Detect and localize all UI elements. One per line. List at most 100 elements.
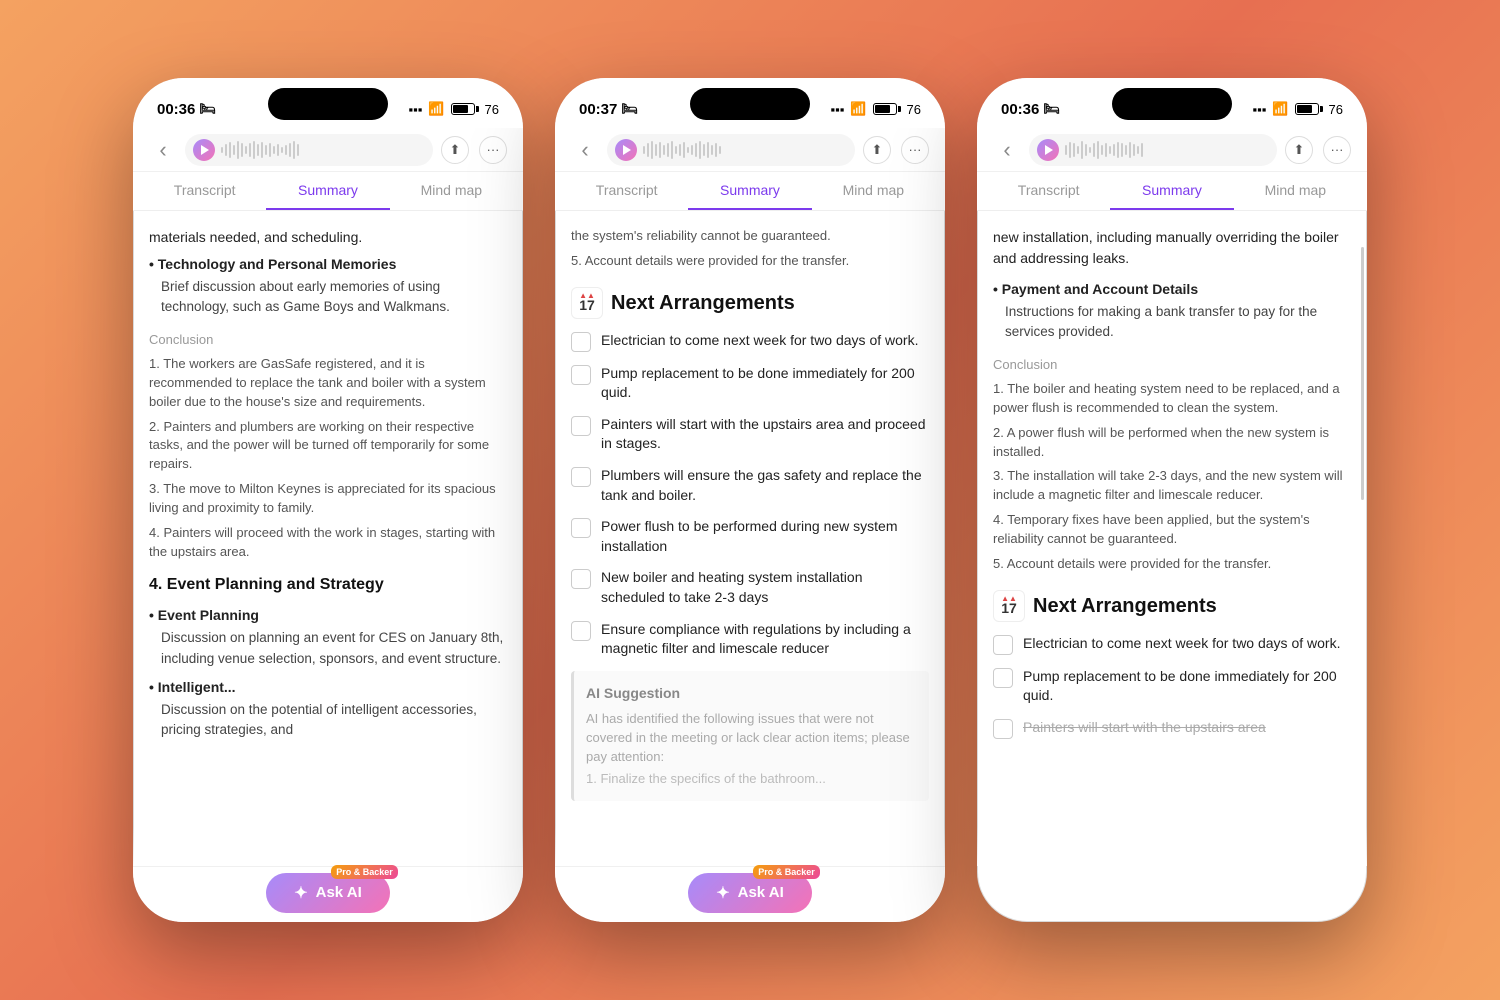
back-button-middle[interactable]: ‹ bbox=[571, 137, 599, 163]
battery-left bbox=[451, 103, 479, 115]
bullet-desc-event: Discussion on planning an event for CES … bbox=[149, 628, 507, 669]
tab-summary-right[interactable]: Summary bbox=[1110, 172, 1233, 210]
check-item-5-middle: Power flush to be performed during new s… bbox=[571, 517, 929, 556]
checkbox-2-middle[interactable] bbox=[571, 365, 591, 385]
tab-mindmap-middle[interactable]: Mind map bbox=[812, 172, 935, 210]
tab-mindmap-right[interactable]: Mind map bbox=[1234, 172, 1357, 210]
audio-bar-right: ‹ ⬆ ··· bbox=[977, 128, 1367, 172]
check-item-2-right: Pump replacement to be done immediately … bbox=[993, 667, 1351, 706]
checkbox-4-middle[interactable] bbox=[571, 467, 591, 487]
checkbox-3-right[interactable] bbox=[993, 719, 1013, 739]
back-button-left[interactable]: ‹ bbox=[149, 137, 177, 163]
tab-summary-left[interactable]: Summary bbox=[266, 172, 389, 210]
audio-player-right[interactable] bbox=[1029, 134, 1277, 166]
share-button-middle[interactable]: ⬆ bbox=[863, 136, 891, 164]
phone-right: 00:36 🛏 ▪▪▪ 📶 76 ‹ ⬆ ··· bbox=[977, 78, 1367, 922]
play-button-left[interactable] bbox=[193, 139, 215, 161]
tab-transcript-right[interactable]: Transcript bbox=[987, 172, 1110, 210]
tab-transcript-middle[interactable]: Transcript bbox=[565, 172, 688, 210]
wifi-icon-left: 📶 bbox=[428, 101, 444, 117]
conclusion-item-4-left: 4. Painters will proceed with the work i… bbox=[149, 524, 507, 562]
checkbox-2-right[interactable] bbox=[993, 668, 1013, 688]
bullet-title-event: Event Planning bbox=[158, 607, 259, 623]
check-item-3-right: Painters will start with the upstairs ar… bbox=[993, 718, 1351, 739]
checkbox-5-middle[interactable] bbox=[571, 518, 591, 538]
sparkle-icon-middle: ✦ bbox=[716, 883, 729, 903]
bed-icon-middle: 🛏 bbox=[621, 101, 638, 117]
audio-player-left[interactable] bbox=[185, 134, 433, 166]
signal-icon-middle: ▪▪▪ bbox=[831, 102, 845, 117]
intro-text-left: materials needed, and scheduling. bbox=[149, 227, 507, 248]
play-button-middle[interactable] bbox=[615, 139, 637, 161]
bed-icon-right: 🛏 bbox=[1043, 101, 1060, 117]
ai-suggestion-text-middle: AI has identified the following issues t… bbox=[586, 710, 917, 767]
wifi-icon-right: 📶 bbox=[1272, 101, 1288, 117]
wifi-icon-middle: 📶 bbox=[850, 101, 866, 117]
na-title-middle: Next Arrangements bbox=[611, 288, 795, 318]
conclusion-item-2-left: 2. Painters and plumbers are working on … bbox=[149, 418, 507, 475]
content-text-left: materials needed, and scheduling. Techno… bbox=[149, 227, 507, 740]
more-button-right[interactable]: ··· bbox=[1323, 136, 1351, 164]
bullet-title-tech: Technology and Personal Memories bbox=[158, 256, 397, 272]
battery-middle bbox=[873, 103, 901, 115]
tab-summary-middle[interactable]: Summary bbox=[688, 172, 811, 210]
sparkle-icon-left: ✦ bbox=[294, 883, 307, 903]
audio-actions-middle: ⬆ ··· bbox=[863, 136, 929, 164]
time-right: 00:36 🛏 bbox=[1001, 101, 1060, 118]
share-button-left[interactable]: ⬆ bbox=[441, 136, 469, 164]
play-icon-middle bbox=[623, 145, 631, 155]
checkbox-1-right[interactable] bbox=[993, 635, 1013, 655]
checkbox-7-middle[interactable] bbox=[571, 621, 591, 641]
audio-player-middle[interactable] bbox=[607, 134, 855, 166]
intro-reliability: the system's reliability cannot be guara… bbox=[571, 227, 929, 246]
ask-ai-label-middle: Ask AI bbox=[738, 884, 784, 901]
conclusion-label-right: Conclusion bbox=[993, 355, 1351, 375]
intro-text-right: new installation, including manually ove… bbox=[993, 227, 1351, 269]
back-button-right[interactable]: ‹ bbox=[993, 137, 1021, 163]
waveform-middle bbox=[643, 140, 847, 160]
bottom-bar-middle: ✦ Ask AI Pro & Backer bbox=[555, 866, 945, 922]
conclusion-section-right: Conclusion 1. The boiler and heating sys… bbox=[993, 355, 1351, 574]
next-arrangements-header-right: ▲▲ 17 Next Arrangements bbox=[993, 590, 1351, 622]
bullet-event-planning: Event Planning Discussion on planning an… bbox=[149, 605, 507, 669]
conclusion-label-left: Conclusion bbox=[149, 330, 507, 350]
check-item-3-middle: Painters will start with the upstairs ar… bbox=[571, 415, 929, 454]
tab-mindmap-left[interactable]: Mind map bbox=[390, 172, 513, 210]
status-icons-left: ▪▪▪ 📶 76 bbox=[409, 101, 499, 117]
section-heading-event-left: 4. Event Planning and Strategy bbox=[149, 573, 507, 597]
status-bar-left: 00:36 🛏 ▪▪▪ 📶 76 bbox=[133, 78, 523, 128]
ai-suggestion-subitem-middle: 1. Finalize the specifics of the bathroo… bbox=[586, 770, 917, 789]
dynamic-island-middle bbox=[690, 88, 810, 120]
waveform-left bbox=[221, 140, 425, 160]
ask-ai-label-left: Ask AI bbox=[316, 884, 362, 901]
calendar-icon-middle: ▲▲ 17 bbox=[571, 287, 603, 319]
more-button-left[interactable]: ··· bbox=[479, 136, 507, 164]
ask-ai-button-left[interactable]: ✦ Ask AI Pro & Backer bbox=[266, 873, 390, 913]
content-middle: the system's reliability cannot be guara… bbox=[555, 211, 945, 860]
play-button-right[interactable] bbox=[1037, 139, 1059, 161]
phone-middle: 00:37 🛏 ▪▪▪ 📶 76 ‹ ⬆ ··· bbox=[555, 78, 945, 922]
check-item-2-middle: Pump replacement to be done immediately … bbox=[571, 364, 929, 403]
play-icon-right bbox=[1045, 145, 1053, 155]
checkbox-1-middle[interactable] bbox=[571, 332, 591, 352]
checkbox-6-middle[interactable] bbox=[571, 569, 591, 589]
audio-bar-middle: ‹ ⬆ ··· bbox=[555, 128, 945, 172]
ask-ai-button-middle[interactable]: ✦ Ask AI Pro & Backer bbox=[688, 873, 812, 913]
bullet-payment: Payment and Account Details Instructions… bbox=[993, 279, 1351, 343]
bed-icon-left: 🛏 bbox=[199, 101, 216, 117]
bullet-intelligent: Intelligent... Discussion on the potenti… bbox=[149, 677, 507, 741]
check-item-1-right: Electrician to come next week for two da… bbox=[993, 634, 1351, 655]
checkbox-3-middle[interactable] bbox=[571, 416, 591, 436]
tabs-right: Transcript Summary Mind map bbox=[977, 172, 1367, 211]
status-icons-right: ▪▪▪ 📶 76 bbox=[1253, 101, 1343, 117]
ai-suggestion-title-middle: AI Suggestion bbox=[586, 683, 917, 704]
content-left: materials needed, and scheduling. Techno… bbox=[133, 211, 523, 860]
tabs-left: Transcript Summary Mind map bbox=[133, 172, 523, 211]
more-button-middle[interactable]: ··· bbox=[901, 136, 929, 164]
check-label-3-right: Painters will start with the upstairs ar… bbox=[1023, 718, 1266, 738]
signal-icon-right: ▪▪▪ bbox=[1253, 102, 1267, 117]
conclusion-item-1-left: 1. The workers are GasSafe registered, a… bbox=[149, 355, 507, 412]
tab-transcript-left[interactable]: Transcript bbox=[143, 172, 266, 210]
dynamic-island-left bbox=[268, 88, 388, 120]
share-button-right[interactable]: ⬆ bbox=[1285, 136, 1313, 164]
